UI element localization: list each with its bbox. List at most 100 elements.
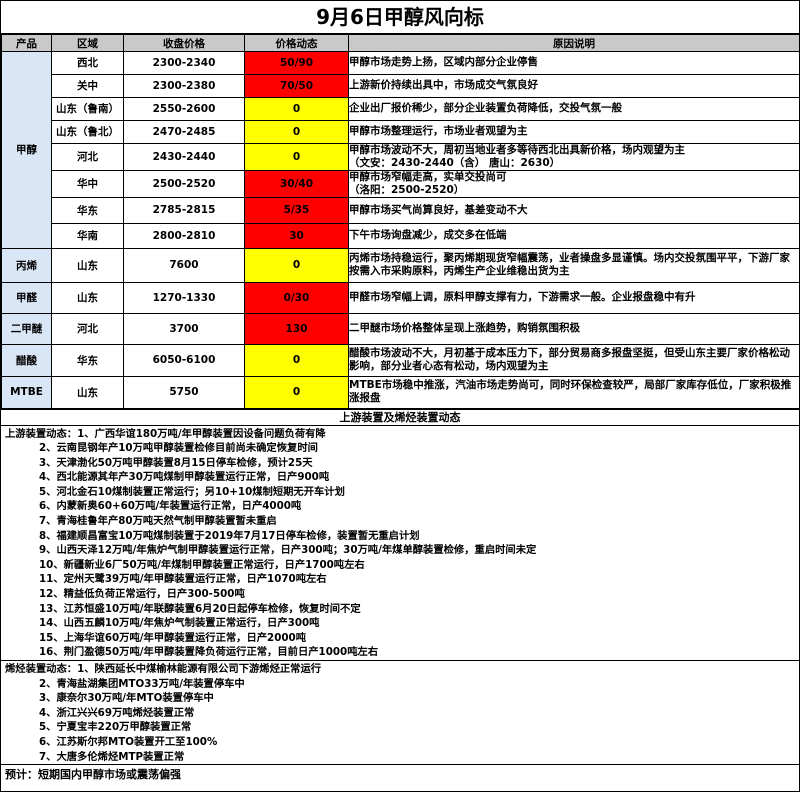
upstream-item: 上游装置动态：1、广西华谊180万吨/年甲醇装置因设备问题负荷有降: [5, 427, 795, 442]
header-region: 区域: [51, 34, 124, 52]
upstream-item: 2、云南昆钢年产10万吨甲醇装置检修目前尚未确定恢复时间: [5, 441, 795, 456]
document: 9月6日甲醇风向标 产品 区域 收盘价格 价格动态 原因说明 甲醇 西北 2300-…: [0, 0, 800, 792]
olefin-item-text: 4、浙江兴兴69万吨烯烃装置正常: [39, 706, 195, 719]
table-row: 河北 2430-2440 0 甲醇市场波动不大，周初当地业者多等待西北出具新价格，场内…: [2, 142, 800, 171]
olefin-item: 6、江苏斯尔邦MTO装置开工至100%: [5, 735, 795, 750]
price-cell: 6050-6100: [123, 343, 245, 377]
change-cell: 0: [244, 247, 349, 283]
section-title: 上游装置及烯烃装置动态: [1, 408, 799, 426]
reason-line: （文安：2430-2440（含） 唐山：2630）: [349, 156, 561, 169]
forecast: 预计：短期国内甲醇市场或震荡偏强: [5, 768, 181, 782]
reason-cell: 甲醇市场买气尚算良好，基差变动不大: [348, 196, 800, 224]
olefin-block: 烯烃装置动态：1、陕西延长中煤榆林能源有限公司下游烯烃正常运行 2、青海盐湖集团M…: [1, 661, 799, 766]
upstream-label: 上游装置动态：: [5, 427, 78, 440]
change-cell: 5/35: [244, 196, 349, 224]
price-cell: 3700: [123, 312, 245, 345]
upstream-item-text: 6、内蒙新奥60+60万吨/年装置运行正常，日产4000吨: [39, 500, 302, 513]
table-row: 关中 2300-2380 70/50 上游新价持续出具中，市场成交气氛良好: [2, 73, 800, 98]
upstream-item: 4、西北能源其年产30万吨煤制甲醇装置运行正常，日产900吨: [5, 470, 795, 485]
upstream-item: 9、山西天泽12万吨/年焦炉气制甲醇装置运行正常，日产300吨；30万吨/年煤单…: [5, 543, 795, 558]
table-row: 山东（鲁南） 2550-2600 0 企业出厂报价稀少，部分企业装置负荷降低，交投气氛…: [2, 96, 800, 121]
reason-line: 按需入市采购原料，丙烯生产企业维稳出货为主: [349, 265, 570, 277]
upstream-item-text: 4、西北能源其年产30万吨煤制甲醇装置运行正常，日产900吨: [39, 471, 330, 484]
upstream-item-text: 7、青海桂鲁年产80万吨天然气制甲醇装置暂未重启: [39, 515, 277, 528]
reason-line: （洛阳：2500-2520）: [349, 183, 465, 196]
upstream-item-text: 16、荆门盈德50万吨/年甲醇装置降负荷运行正常，目前日产1000吨左右: [39, 646, 379, 659]
price-cell: 2785-2815: [123, 196, 245, 224]
table-row: 甲醛 山东 1270-1330 0/30 甲醛市场窄幅上调，原料甲醇支撑有力，下游需求一…: [1, 281, 800, 314]
table-row: 山东（鲁北） 2470-2485 0 甲醇市场整理运行，市场业者观望为主: [2, 119, 800, 144]
region-cell: 山东: [51, 375, 124, 409]
upstream-item-text: 14、山西五麟10万吨/年焦炉气制装置正常运行，日产300吨: [39, 617, 320, 630]
region-cell: 关中: [51, 73, 124, 98]
region-cell: 河北: [51, 312, 124, 345]
product-name: MTBE: [1, 375, 52, 409]
table-row: 华中 2500-2520 30/40 甲醇市场窄幅走高，实单交投尚可 （洛阳：2500-…: [2, 169, 800, 198]
olefin-item-text: 6、江苏斯尔邦MTO装置开工至100%: [39, 735, 218, 748]
reason-line: MTBE市场稳中推涨，汽油市场走势尚可，同时环保检查较严，局部厂家库存低位，厂家…: [349, 379, 792, 391]
reason-line: 下午市场询盘减少，成交多在低端: [349, 229, 507, 241]
product-name: 丙烯: [1, 247, 52, 283]
reason-cell: 下午市场询盘减少，成交多在低端: [348, 222, 800, 249]
header-change: 价格动态: [244, 34, 349, 52]
upstream-item: 13、江苏恒盛10万吨/年联醇装置6月20日起停车检修，恢复时间不定: [5, 602, 795, 617]
olefin-item: 烯烃装置动态：1、陕西延长中煤榆林能源有限公司下游烯烃正常运行: [5, 662, 795, 677]
page-title: 9月6日甲醇风向标: [1, 1, 799, 34]
upstream-item: 8、福建顺昌富宝10万吨煤制装置于2019年7月17日停车检修，装置暂无重启计划: [5, 529, 795, 544]
table-header-row: 产品 区域 收盘价格 价格动态 原因说明: [1, 34, 800, 52]
region-cell: 华东: [51, 343, 124, 377]
upstream-item: 12、精益低负荷正常运行，日产300-500吨: [5, 587, 795, 602]
olefin-label: 烯烃装置动态：: [5, 663, 78, 675]
region-cell: 华南: [51, 222, 124, 249]
price-cell: 7600: [123, 247, 245, 283]
upstream-item: 3、天津渤化50万吨甲醇装置8月15日停车检修，预计25天: [5, 456, 795, 471]
upstream-item: 15、上海华谊60万吨/年甲醇装置运行正常，日产2000吨: [5, 631, 795, 646]
olefin-item-text: 2、青海盐湖集团MTO33万吨/年装置停车中: [39, 677, 245, 690]
change-cell: 30/40: [244, 169, 349, 198]
price-cell: 2550-2600: [123, 96, 245, 121]
upstream-item-text: 3、天津渤化50万吨甲醇装置8月15日停车检修，预计25天: [39, 456, 313, 469]
upstream-item: 14、山西五麟10万吨/年焦炉气制装置正常运行，日产300吨: [5, 616, 795, 631]
region-cell: 华东: [51, 196, 124, 224]
olefin-item-text: 5、宁夏宝丰220万甲醇装置正常: [39, 721, 192, 734]
reason-line: 甲醇市场窄幅走高，实单交投尚可: [349, 170, 507, 183]
olefin-item: 2、青海盐湖集团MTO33万吨/年装置停车中: [5, 677, 795, 692]
price-cell: 2800-2810: [123, 222, 245, 249]
table-row: 醋酸 华东 6050-6100 0 醋酸市场波动不大，月初基于成本压力下，部分贸易商多报…: [1, 343, 800, 377]
upstream-item-text: 12、精益低负荷正常运行，日产300-500吨: [39, 588, 245, 601]
reason-cell: 上游新价持续出具中，市场成交气氛良好: [348, 73, 800, 98]
change-cell: 50/90: [244, 51, 349, 75]
upstream-item-text: 13、江苏恒盛10万吨/年联醇装置6月20日起停车检修，恢复时间不定: [39, 602, 361, 615]
olefin-item: 4、浙江兴兴69万吨烯烃装置正常: [5, 706, 795, 721]
upstream-item-text: 9、山西天泽12万吨/年焦炉气制甲醇装置运行正常，日产300吨；30万吨/年煤单…: [39, 544, 537, 557]
region-cell: 山东（鲁南）: [51, 96, 124, 121]
upstream-item: 11、定州天鹭39万吨/年甲醇装置运行正常，日产1070吨左右: [5, 572, 795, 587]
olefin-item: 3、康奈尔30万吨/年MTO装置停车中: [5, 691, 795, 706]
upstream-item: 10、新疆新业6厂50万吨/年煤制甲醇装置正常运行，日产1700吨左右: [5, 558, 795, 573]
product-name: 醋酸: [1, 343, 52, 377]
change-cell: 30: [244, 222, 349, 249]
table-row: 华东 2785-2815 5/35 甲醇市场买气尚算良好，基差变动不大: [2, 196, 800, 224]
reason-cell: 甲醇市场整理运行，市场业者观望为主: [348, 119, 800, 144]
upstream-item-text: 15、上海华谊60万吨/年甲醇装置运行正常，日产2000吨: [39, 631, 307, 644]
price-cell: 1270-1330: [123, 281, 245, 314]
upstream-item-text: 10、新疆新业6厂50万吨/年煤制甲醇装置正常运行，日产1700吨左右: [39, 558, 365, 571]
upstream-item: 7、青海桂鲁年产80万吨天然气制甲醇装置暂未重启: [5, 514, 795, 529]
reason-cell: MTBE市场稳中推涨，汽油市场走势尚可，同时环保检查较严，局部厂家库存低位，厂家…: [348, 375, 800, 409]
reason-cell: 甲醇市场窄幅走高，实单交投尚可 （洛阳：2500-2520）: [348, 169, 800, 198]
upstream-item-text: 11、定州天鹭39万吨/年甲醇装置运行正常，日产1070吨左右: [39, 573, 327, 586]
region-cell: 山东（鲁北）: [51, 119, 124, 144]
table-row: 丙烯 山东 7600 0 丙烯市场持稳运行，聚丙烯期现货窄幅震荡，业者操盘多显谨慎。场内…: [1, 247, 800, 283]
table-row: 甲醇 西北 2300-2340 50/90 甲醇市场走势上扬，区域内部分企业停售: [1, 51, 800, 249]
price-cell: 5750: [123, 375, 245, 409]
change-cell: 0: [244, 343, 349, 377]
product-name: 甲醇: [1, 51, 52, 249]
reason-cell: 甲醛市场窄幅上调，原料甲醇支撑有力，下游需求一般。企业报盘稳中有升: [348, 281, 800, 314]
upstream-item-text: 5、河北金石10煤制装置正常运行；另10+10煤制短期无开车计划: [39, 485, 345, 498]
reason-cell: 丙烯市场持稳运行，聚丙烯期现货窄幅震荡，业者操盘多显谨慎。场内交投氛围平平，下游…: [348, 247, 800, 283]
reason-cell: 醋酸市场波动不大，月初基于成本压力下，部分贸易商多报盘坚挺，但受山东主要厂家价格…: [348, 343, 800, 377]
olefin-item-text: 3、康奈尔30万吨/年MTO装置停车中: [39, 692, 214, 705]
reason-cell: 甲醇市场波动不大，周初当地业者多等待西北出具新价格，场内观望为主 （文安：2430…: [348, 142, 800, 171]
olefin-item: 7、大唐多伦烯烃MTP装置正常: [5, 750, 795, 765]
table-row: 二甲醚 河北 3700 130 二甲醚市场价格整体呈现上涨趋势，购销氛围积极: [1, 312, 800, 345]
